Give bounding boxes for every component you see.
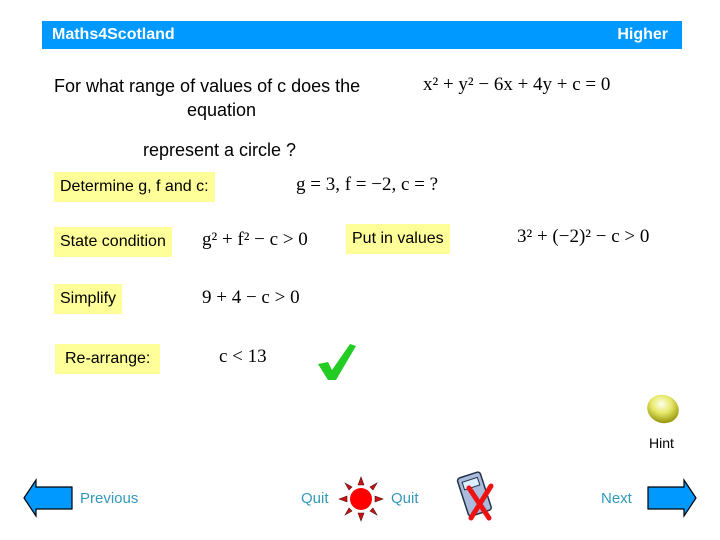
step-rearrange-label: Re-arrange: [55,344,161,374]
step-values-math: 3² + (−2)² − c > 0 [517,226,650,247]
quit-button-left[interactable]: Quit [301,490,329,507]
circle-equation: x² + y² − 6x + 4y + c = 0 [423,74,611,95]
step-condition-math: g² + f² − c > 0 [202,229,308,250]
checkmark-icon [318,344,356,380]
hint-label[interactable]: Hint [649,435,674,451]
question-line-1: For what range of values of c does the [54,76,361,96]
previous-button[interactable]: Previous [80,490,138,507]
step-condition-label: State condition [54,227,172,257]
hint-bulb-icon[interactable] [644,392,682,426]
step-simplify-label: Simplify [54,284,123,314]
step-values-label: Put in values [346,224,450,254]
next-arrow-icon[interactable] [646,478,698,518]
step-determine-math: g = 3, f = −2, c = ? [296,174,439,195]
question-line-2: equation [187,100,257,120]
quit-button-right[interactable]: Quit [391,490,419,507]
title-bar: Maths4Scotland Higher [42,21,682,49]
next-button[interactable]: Next [601,490,632,507]
question-line-3: represent a circle ? [143,140,297,160]
step-rearrange-math: c < 13 [219,346,267,367]
brand-title: Maths4Scotland [52,26,175,43]
level-label: Higher [617,26,668,43]
step-simplify-math: 9 + 4 − c > 0 [202,287,300,308]
step-determine-label: Determine g, f and c: [54,172,215,202]
calculator-crossed-icon[interactable] [455,470,497,522]
previous-arrow-icon[interactable] [22,478,78,518]
sun-quit-icon[interactable] [338,476,384,522]
